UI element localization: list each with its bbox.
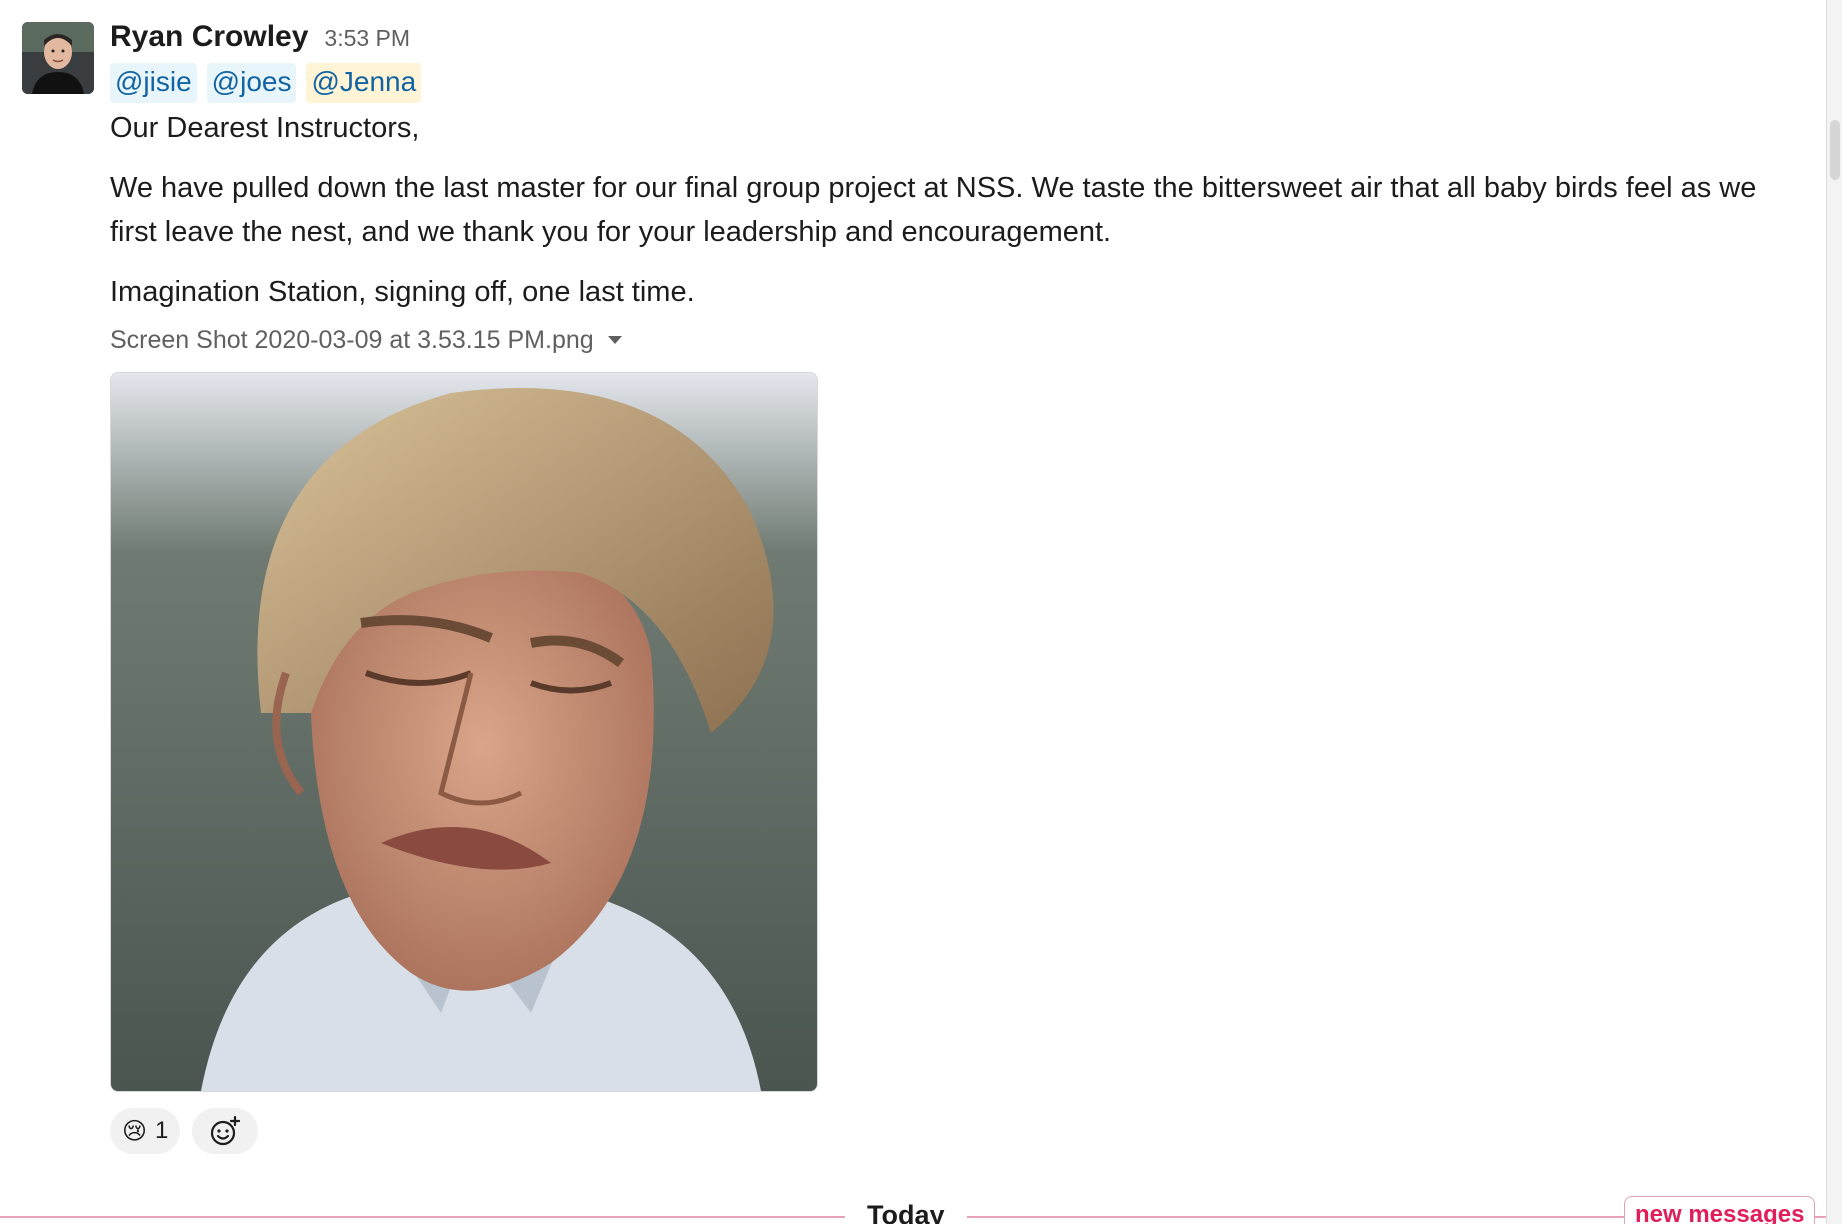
avatar[interactable] bbox=[22, 22, 94, 94]
scrollbar-thumb[interactable] bbox=[1830, 120, 1840, 180]
day-divider-label[interactable]: Today bbox=[845, 1198, 967, 1224]
message-header: Ryan Crowley 3:53 PM bbox=[110, 20, 1810, 60]
add-emoji-icon bbox=[211, 1115, 241, 1146]
scrollbar[interactable] bbox=[1826, 0, 1842, 1224]
reactions-bar: 😢 1 bbox=[110, 1108, 1810, 1156]
reaction-cry[interactable]: 😢 1 bbox=[110, 1108, 181, 1154]
attachment-filename[interactable]: Screen Shot 2020-03-09 at 3.53.15 PM.png bbox=[110, 326, 594, 355]
mention-jisie[interactable]: @jisie bbox=[110, 63, 197, 103]
reaction-count: 1 bbox=[155, 1117, 169, 1144]
attachment-image[interactable] bbox=[110, 372, 818, 1092]
message-paragraph: We have pulled down the last master for … bbox=[110, 172, 1757, 248]
chevron-down-icon[interactable] bbox=[607, 336, 622, 344]
mentions-row: @jisie @joes @Jenna bbox=[110, 62, 1810, 104]
slack-window: ti Ryan Crowley 3:53 PM @jisie bbox=[0, 0, 1842, 1224]
mention-jenna[interactable]: @Jenna bbox=[306, 63, 422, 103]
add-reaction-button[interactable] bbox=[192, 1108, 259, 1154]
message-paragraph: Imagination Station, signing off, one la… bbox=[110, 276, 695, 308]
message-paragraph: Our Dearest Instructors, bbox=[110, 112, 420, 144]
crying-face-icon: 😢 bbox=[122, 1117, 148, 1145]
mention-joes[interactable]: @joes bbox=[206, 63, 297, 103]
sender-name[interactable]: Ryan Crowley bbox=[110, 20, 308, 54]
new-messages-badge[interactable]: new messages bbox=[1624, 1196, 1816, 1224]
message-body: Ryan Crowley 3:53 PM @jisie @joes @Jenna… bbox=[110, 20, 1810, 1156]
message-timestamp[interactable]: 3:53 PM bbox=[324, 25, 410, 52]
attachment-header[interactable]: Screen Shot 2020-03-09 at 3.53.15 PM.png bbox=[110, 320, 1810, 360]
